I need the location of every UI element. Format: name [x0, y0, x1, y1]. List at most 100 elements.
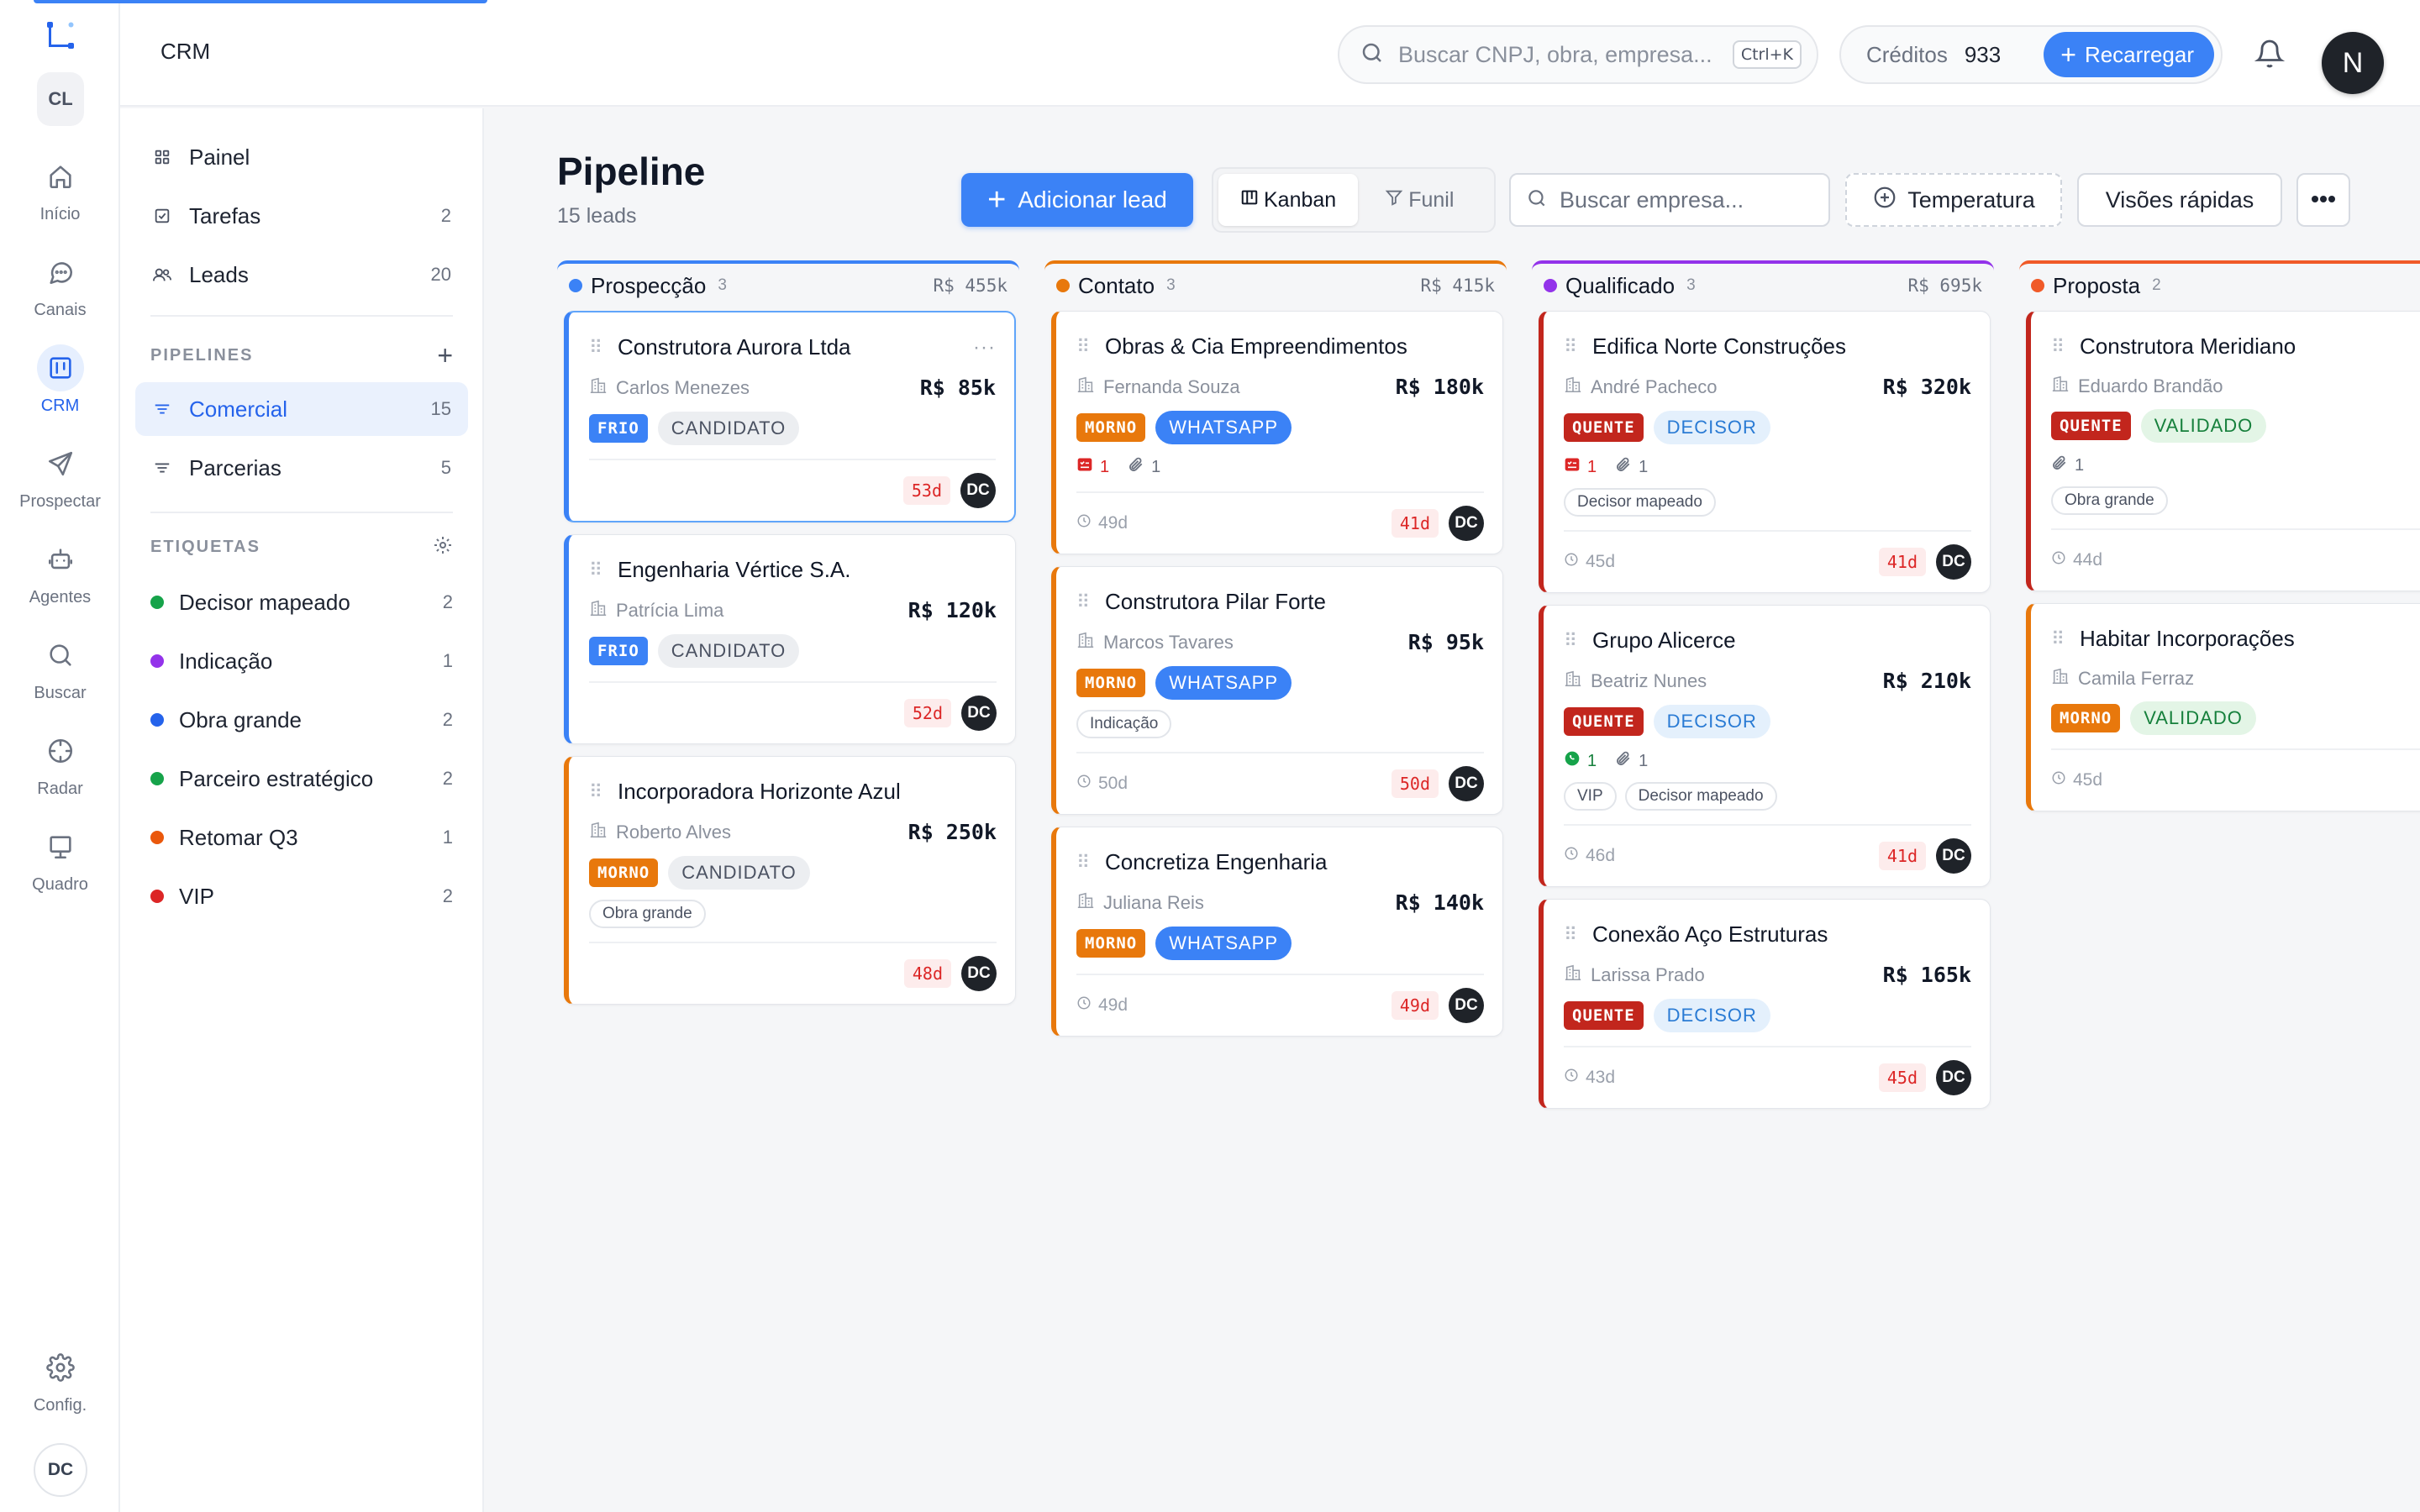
owner-avatar[interactable]: DC: [1936, 1060, 1971, 1095]
card-counters: 1: [2051, 454, 2420, 476]
plus-circle-icon: [1872, 185, 1897, 216]
lead-card[interactable]: ⠿ Construtora Aurora Ltda ··· Carlos Meneze…: [564, 311, 1016, 522]
owner-avatar[interactable]: DC: [960, 473, 996, 508]
owner-avatar[interactable]: DC: [1449, 988, 1484, 1023]
tag-color-dot: [150, 890, 164, 903]
sidebar-tag-item[interactable]: Obra grande 2: [150, 696, 453, 743]
stage-age-badge: 48d: [903, 959, 951, 988]
lead-card[interactable]: ⠿ Engenharia Vértice S.A. Patrícia Lima R$ …: [564, 534, 1016, 744]
sidebar-item-pipeline-comercial[interactable]: Comercial 15: [135, 382, 468, 436]
column-header[interactable]: Proposta 2: [2019, 260, 2420, 307]
rail-item-quadro[interactable]: Quadro: [0, 823, 120, 907]
stage-status-badge: WHATSAPP: [1155, 411, 1292, 444]
recharge-button[interactable]: + Recarregar: [2044, 32, 2214, 77]
drag-handle-icon[interactable]: ⠿: [1076, 337, 1098, 356]
lead-card[interactable]: ⠿ Construtora Meridiano Eduardo Brandão QUE…: [2026, 311, 2420, 591]
lead-card[interactable]: ⠿ Concretiza Engenharia Juliana Reis R$ 140…: [1051, 827, 1503, 1037]
rail-item-crm[interactable]: CRM: [0, 344, 120, 428]
credits-value: 933: [1964, 41, 2002, 67]
sidebar-tag-item[interactable]: VIP 2: [150, 873, 453, 920]
card-tag: Obra grande: [589, 900, 706, 928]
building-icon: [2051, 667, 2070, 690]
sidebar-tag-item[interactable]: Indicação 1: [150, 638, 453, 685]
column-header[interactable]: Contato 3 R$ 415k: [1044, 260, 1507, 307]
rail-item-inicio[interactable]: Início: [0, 153, 120, 237]
view-funnel-label: Funil: [1408, 187, 1455, 212]
card-menu-icon[interactable]: ···: [973, 336, 996, 360]
lead-value: R$ 250k: [908, 820, 997, 844]
drag-handle-icon[interactable]: ⠿: [1564, 925, 1586, 944]
sidebar-tag-item[interactable]: Decisor mapeado 2: [150, 579, 453, 626]
owner-avatar[interactable]: DC: [1449, 506, 1484, 541]
owner-avatar[interactable]: DC: [961, 956, 997, 991]
more-options-button[interactable]: [2296, 173, 2350, 227]
column-total: R$ 415k: [1420, 276, 1495, 296]
owner-avatar[interactable]: DC: [1449, 766, 1484, 801]
building-icon: [1076, 631, 1095, 654]
card-tag: Decisor mapeado: [1564, 488, 1716, 517]
sidebar-item-tarefas[interactable]: Tarefas 2: [135, 189, 468, 243]
chat-bubble-icon: [37, 249, 84, 296]
gear-icon: [37, 1344, 84, 1391]
view-funnel-button[interactable]: Funil: [1363, 174, 1476, 226]
rail-item-canais[interactable]: Canais: [0, 249, 120, 333]
temperature-badge: MORNO: [1076, 929, 1146, 958]
global-search-input[interactable]: Buscar CNPJ, obra, empresa... Ctrl+K: [1338, 25, 1818, 84]
view-kanban-button[interactable]: Kanban: [1218, 174, 1359, 226]
sidebar-item-label: Painel: [189, 144, 250, 170]
drag-handle-icon[interactable]: ⠿: [589, 782, 611, 801]
card-tag: Obra grande: [2051, 486, 2168, 515]
company-search-input[interactable]: Buscar empresa...: [1509, 173, 1830, 227]
lead-card[interactable]: ⠿ Construtora Pilar Forte Marcos Tavares R$…: [1051, 566, 1503, 815]
user-avatar-footer[interactable]: DC: [34, 1443, 87, 1497]
lead-card[interactable]: ⠿ Conexão Aço Estruturas Larissa Prado R$ 1…: [1539, 899, 1991, 1109]
drag-handle-icon[interactable]: ⠿: [589, 338, 611, 357]
sidebar-tag-item[interactable]: Retomar Q3 1: [150, 814, 453, 861]
lead-card[interactable]: ⠿ Incorporadora Horizonte Azul Roberto Alv…: [564, 756, 1016, 1005]
drag-handle-icon[interactable]: ⠿: [2051, 337, 2073, 356]
rail-item-settings[interactable]: Config.: [0, 1344, 120, 1428]
rail-item-agentes[interactable]: Agentes: [0, 536, 120, 620]
drag-handle-icon[interactable]: ⠿: [589, 560, 611, 580]
pipeline-column: Prospecção 3 R$ 455k ⠿ Construtora Aurora Lt…: [557, 260, 1019, 1005]
sidebar-item-label: Tarefas: [189, 202, 261, 228]
app-logo-icon[interactable]: [44, 18, 77, 52]
drag-handle-icon[interactable]: ⠿: [1076, 853, 1098, 872]
building-icon: [1564, 669, 1582, 692]
sidebar-item-painel[interactable]: Painel: [135, 130, 468, 184]
drag-handle-icon[interactable]: ⠿: [1564, 337, 1586, 356]
workspace-switcher[interactable]: CL: [37, 72, 84, 126]
bell-icon[interactable]: [2251, 35, 2288, 72]
rail-item-radar[interactable]: Radar: [0, 727, 120, 811]
lead-card[interactable]: ⠿ Habitar Incorporações Camila Ferraz MORNO…: [2026, 603, 2420, 811]
building-icon: [589, 821, 608, 843]
rail-item-label: Radar: [37, 780, 83, 798]
lead-contact-name: Camila Ferraz: [2078, 667, 2195, 689]
task-count: 1: [1100, 457, 1110, 476]
column-header[interactable]: Qualificado 3 R$ 695k: [1532, 260, 1994, 307]
user-avatar[interactable]: N: [2322, 32, 2384, 94]
tags-settings-icon[interactable]: [433, 535, 453, 559]
sidebar-tag-item[interactable]: Parceiro estratégico 2: [150, 755, 453, 802]
owner-avatar[interactable]: DC: [1936, 838, 1971, 874]
rail-item-prospectar[interactable]: Prospectar: [0, 440, 120, 524]
lead-card[interactable]: ⠿ Edifica Norte Construções André Pacheco R…: [1539, 311, 1991, 593]
drag-handle-icon[interactable]: ⠿: [2051, 629, 2073, 648]
temperature-filter-button[interactable]: Temperatura: [1845, 173, 2062, 227]
sidebar-item-pipeline-parcerias[interactable]: Parcerias 5: [135, 441, 468, 495]
column-header[interactable]: Prospecção 3 R$ 455k: [557, 260, 1019, 307]
quick-views-button[interactable]: Visões rápidas: [2077, 173, 2282, 227]
column-name: Prospecção: [591, 272, 707, 298]
owner-avatar[interactable]: DC: [961, 696, 997, 731]
drag-handle-icon[interactable]: ⠿: [1564, 631, 1586, 650]
add-pipeline-icon[interactable]: +: [437, 342, 453, 369]
rail-item-buscar[interactable]: Buscar: [0, 632, 120, 716]
tag-color-dot: [150, 596, 164, 609]
lead-card[interactable]: ⠿ Obras & Cia Empreendimentos Fernanda Sou…: [1051, 311, 1503, 554]
sidebar-item-leads[interactable]: Leads 20: [135, 248, 468, 302]
add-lead-button[interactable]: + Adicionar lead: [961, 173, 1193, 227]
lead-card[interactable]: ⠿ Grupo Alicerce Beatriz Nunes R$ 210k QUENT…: [1539, 605, 1991, 887]
owner-avatar[interactable]: DC: [1936, 544, 1971, 580]
drag-handle-icon[interactable]: ⠿: [1076, 592, 1098, 612]
pipelines-title: PIPELINES: [150, 345, 254, 365]
